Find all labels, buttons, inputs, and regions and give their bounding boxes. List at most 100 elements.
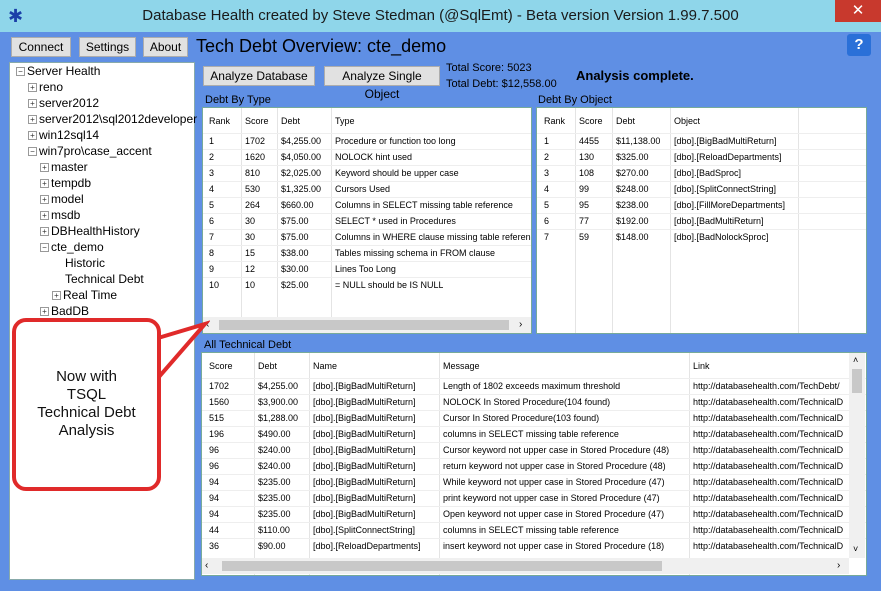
- table-cell[interactable]: 2: [544, 152, 549, 162]
- table-cell[interactable]: $325.00: [616, 152, 649, 162]
- table-cell[interactable]: $38.00: [281, 248, 309, 258]
- expand-icon[interactable]: +: [40, 179, 49, 188]
- about-button[interactable]: About: [143, 37, 188, 57]
- table-cell[interactable]: $1,325.00: [281, 184, 321, 194]
- expand-icon[interactable]: +: [28, 83, 37, 92]
- tree-node[interactable]: Historic: [52, 256, 105, 270]
- table-cell[interactable]: $30.00: [281, 264, 309, 274]
- tree-node[interactable]: − win7pro\case_accent: [28, 144, 152, 158]
- table-cell[interactable]: [dbo].[BigBadMultiReturn]: [313, 413, 416, 423]
- table-cell[interactable]: 99: [579, 184, 589, 194]
- scrollbar-thumb[interactable]: [222, 561, 662, 571]
- horizontal-scrollbar[interactable]: ‹ ›: [202, 558, 849, 574]
- table-cell[interactable]: Lines Too Long: [335, 264, 396, 274]
- table-cell[interactable]: [dbo].[BigBadMultiReturn]: [313, 397, 416, 407]
- table-cell[interactable]: 1: [209, 136, 214, 146]
- tree-node[interactable]: + master: [40, 160, 88, 174]
- collapse-icon[interactable]: −: [40, 243, 49, 252]
- tree-node[interactable]: − cte_demo: [40, 240, 104, 254]
- table-cell[interactable]: [dbo].[ReloadDepartments]: [313, 541, 421, 551]
- all-technical-debt-grid[interactable]: Score Debt Name Message Link 1702 $4,255.00 [db…: [201, 352, 867, 576]
- table-cell[interactable]: 6: [544, 216, 549, 226]
- table-cell[interactable]: [dbo].[BadNolockSproc]: [674, 232, 769, 242]
- table-cell[interactable]: $4,050.00: [281, 152, 321, 162]
- table-cell[interactable]: $148.00: [616, 232, 649, 242]
- table-cell[interactable]: 10: [245, 280, 255, 290]
- table-cell[interactable]: $235.00: [258, 477, 291, 487]
- help-icon[interactable]: ?: [847, 34, 871, 56]
- close-button[interactable]: ✕: [835, 0, 881, 22]
- table-cell[interactable]: $25.00: [281, 280, 309, 290]
- vertical-scrollbar[interactable]: ˄ ˅: [849, 353, 865, 558]
- table-cell[interactable]: 95: [579, 200, 589, 210]
- table-cell[interactable]: 130: [579, 152, 594, 162]
- collapse-icon[interactable]: −: [28, 147, 37, 156]
- table-cell[interactable]: http://databasehealth.com/TechnicalD: [693, 397, 843, 407]
- table-cell[interactable]: 4: [209, 184, 214, 194]
- column-header[interactable]: Name: [313, 361, 337, 371]
- table-cell[interactable]: $238.00: [616, 200, 649, 210]
- table-cell[interactable]: [dbo].[BigBadMultiReturn]: [313, 445, 416, 455]
- table-cell[interactable]: $90.00: [258, 541, 286, 551]
- table-cell[interactable]: 15: [245, 248, 255, 258]
- column-header[interactable]: Object: [674, 116, 700, 126]
- scroll-right-icon[interactable]: ›: [519, 319, 522, 330]
- table-cell[interactable]: $192.00: [616, 216, 649, 226]
- table-cell[interactable]: http://databasehealth.com/TechnicalD: [693, 477, 843, 487]
- table-cell[interactable]: $270.00: [616, 168, 649, 178]
- table-cell[interactable]: While keyword not upper case in Stored P…: [443, 477, 665, 487]
- table-cell[interactable]: 3: [209, 168, 214, 178]
- table-cell[interactable]: [dbo].[BadSproc]: [674, 168, 741, 178]
- table-cell[interactable]: $240.00: [258, 461, 291, 471]
- column-header[interactable]: Score: [579, 116, 603, 126]
- table-cell[interactable]: 96: [209, 445, 219, 455]
- table-cell[interactable]: Cursor keyword not upper case in Stored …: [443, 445, 669, 455]
- table-cell[interactable]: [dbo].[BigBadMultiReturn]: [313, 461, 416, 471]
- table-cell[interactable]: 1702: [245, 136, 265, 146]
- tree-node[interactable]: + server2012\sql2012developer: [28, 112, 197, 126]
- table-cell[interactable]: $4,255.00: [258, 381, 298, 391]
- table-cell[interactable]: $660.00: [281, 200, 314, 210]
- table-cell[interactable]: 96: [209, 461, 219, 471]
- table-cell[interactable]: $235.00: [258, 493, 291, 503]
- table-cell[interactable]: [dbo].[BadMultiReturn]: [674, 216, 764, 226]
- analyze-single-object-button[interactable]: Analyze Single Object: [324, 66, 440, 101]
- column-header[interactable]: Message: [443, 361, 480, 371]
- table-cell[interactable]: 94: [209, 477, 219, 487]
- table-cell[interactable]: http://databasehealth.com/TechnicalD: [693, 525, 843, 535]
- table-cell[interactable]: Keyword should be upper case: [335, 168, 459, 178]
- column-header[interactable]: Debt: [616, 116, 635, 126]
- table-cell[interactable]: $75.00: [281, 216, 309, 226]
- column-header[interactable]: Type: [335, 116, 355, 126]
- column-header[interactable]: Rank: [209, 116, 230, 126]
- table-cell[interactable]: [dbo].[BigBadMultiReturn]: [313, 509, 416, 519]
- table-cell[interactable]: http://databasehealth.com/TechnicalD: [693, 445, 843, 455]
- table-cell[interactable]: http://databasehealth.com/TechnicalD: [693, 541, 843, 551]
- collapse-icon[interactable]: −: [16, 67, 25, 76]
- debt-by-object-grid[interactable]: Rank Score Debt Object 1 4455 $11,138.00 [dbo].…: [536, 107, 867, 334]
- table-cell[interactable]: 44: [209, 525, 219, 535]
- expand-icon[interactable]: +: [28, 99, 37, 108]
- tree-node[interactable]: Technical Debt: [52, 272, 144, 286]
- table-cell[interactable]: 10: [209, 280, 219, 290]
- column-header[interactable]: Score: [245, 116, 269, 126]
- tree-node[interactable]: + server2012: [28, 96, 99, 110]
- table-cell[interactable]: 94: [209, 509, 219, 519]
- table-cell[interactable]: $4,255.00: [281, 136, 321, 146]
- table-cell[interactable]: 196: [209, 429, 224, 439]
- table-cell[interactable]: [dbo].[BigBadMultiReturn]: [313, 477, 416, 487]
- column-header[interactable]: Debt: [258, 361, 277, 371]
- table-cell[interactable]: $75.00: [281, 232, 309, 242]
- table-cell[interactable]: print keyword not upper case in Stored P…: [443, 493, 660, 503]
- table-cell[interactable]: Cursor In Stored Procedure(103 found): [443, 413, 599, 423]
- scroll-up-icon[interactable]: ˄: [853, 355, 858, 365]
- table-cell[interactable]: Columns in SELECT missing table referenc…: [335, 200, 513, 210]
- table-cell[interactable]: [dbo].[BigBadMultiReturn]: [313, 429, 416, 439]
- table-cell[interactable]: Cursors Used: [335, 184, 390, 194]
- table-cell[interactable]: 4: [544, 184, 549, 194]
- table-cell[interactable]: 810: [245, 168, 260, 178]
- table-cell[interactable]: Open keyword not upper case in Stored Pr…: [443, 509, 664, 519]
- expand-icon[interactable]: +: [40, 307, 49, 316]
- table-cell[interactable]: [dbo].[ReloadDepartments]: [674, 152, 782, 162]
- tree-node[interactable]: + tempdb: [40, 176, 91, 190]
